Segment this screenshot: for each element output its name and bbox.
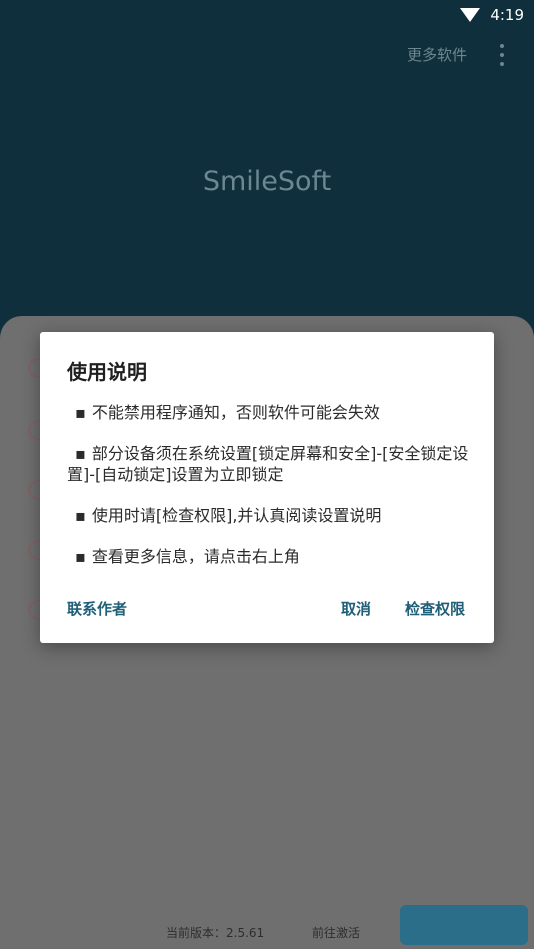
more-software-link[interactable]: 更多软件 bbox=[407, 44, 467, 65]
dialog-title: 使用说明 bbox=[67, 360, 147, 384]
cancel-button[interactable]: 取消 bbox=[341, 598, 371, 619]
wifi-icon bbox=[460, 8, 481, 22]
version-text: 当前版本：2.5.61 bbox=[166, 926, 265, 940]
instruction-item: 使用时请[检查权限],并认真阅读设置说明 bbox=[67, 505, 471, 526]
contact-author-button[interactable]: 联系作者 bbox=[67, 598, 127, 619]
more-vert-icon[interactable] bbox=[500, 44, 504, 66]
screen: 4:19 更多软件 SmileSoft 当前版本：2.5.61 前往激活 使用说… bbox=[0, 0, 534, 949]
instructions-dialog: 使用说明 不能禁用程序通知，否则软件可能会失效 部分设备须在系统设置[锁定屏幕和… bbox=[40, 332, 494, 643]
instruction-item: 部分设备须在系统设置[锁定屏幕和安全]-[安全锁定设置]-[自动锁定]设置为立即… bbox=[67, 443, 471, 485]
status-time: 4:19 bbox=[490, 6, 524, 24]
dialog-body: 不能禁用程序通知，否则软件可能会失效 部分设备须在系统设置[锁定屏幕和安全]-[… bbox=[67, 402, 471, 587]
dialog-actions: 联系作者 取消 检查权限 bbox=[40, 598, 494, 622]
watermark-logo bbox=[400, 905, 528, 945]
app-header: 4:19 更多软件 SmileSoft bbox=[0, 0, 534, 340]
instruction-item: 查看更多信息，请点击右上角 bbox=[67, 546, 471, 567]
check-permissions-button[interactable]: 检查权限 bbox=[405, 598, 465, 619]
activate-link[interactable]: 前往激活 bbox=[312, 924, 360, 941]
app-title: SmileSoft bbox=[202, 166, 332, 197]
status-bar: 4:19 bbox=[0, 0, 534, 30]
instruction-item: 不能禁用程序通知，否则软件可能会失效 bbox=[67, 402, 471, 423]
